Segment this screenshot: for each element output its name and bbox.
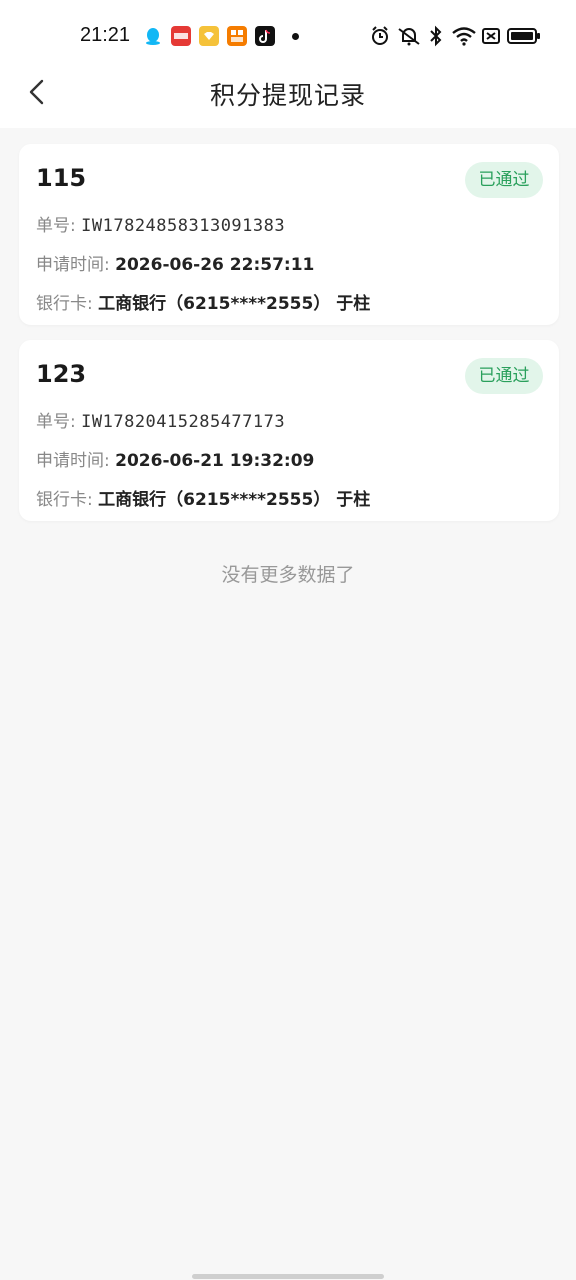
nav-bar: 积分提现记录	[0, 60, 576, 128]
wifi-icon	[451, 24, 477, 48]
apply-time-row: 申请时间: 2026-06-26 22:57:11	[36, 250, 314, 275]
bank-card-label: 银行卡:	[36, 490, 93, 510]
no-more-data-text: 没有更多数据了	[221, 564, 355, 586]
apply-time: 2026-06-26 22:57:11	[115, 255, 315, 275]
mute-icon	[396, 24, 422, 48]
order-number-row: 单号: IW17820415285477173	[36, 407, 285, 432]
qq-icon	[143, 26, 163, 46]
tiktok-icon	[255, 26, 275, 46]
bank-card-info: 工商银行（6215****2555） 于柱	[98, 294, 371, 314]
more-notifications-icon	[292, 33, 299, 40]
order-number: IW17824858313091383	[81, 216, 286, 236]
shopping-app-icon	[227, 26, 247, 46]
apply-time: 2026-06-21 19:32:09	[115, 451, 315, 471]
order-label: 单号:	[36, 216, 76, 236]
order-label: 单号:	[36, 412, 76, 432]
home-indicator[interactable]	[192, 1274, 384, 1279]
top-area: 21:21 积分提现记录	[0, 0, 576, 128]
bank-card-row: 银行卡: 工商银行（6215****2555） 于柱	[36, 485, 370, 510]
apply-time-row: 申请时间: 2026-06-21 19:32:09	[36, 446, 314, 471]
bank-card-row: 银行卡: 工商银行（6215****2555） 于柱	[36, 289, 370, 314]
apply-time-label: 申请时间:	[36, 255, 110, 275]
apply-time-label: 申请时间:	[36, 451, 110, 471]
status-badge: 已通过	[465, 162, 543, 198]
record-card[interactable]: 115 已通过 单号: IW17824858313091383 申请时间: 20…	[19, 144, 559, 325]
bank-card-label: 银行卡:	[36, 294, 93, 314]
bank-card-info: 工商银行（6215****2555） 于柱	[98, 490, 371, 510]
status-time: 21:21	[80, 24, 131, 46]
bluetooth-icon	[428, 24, 444, 48]
record-amount: 123	[36, 360, 87, 388]
record-amount: 115	[36, 164, 87, 192]
status-badge: 已通过	[465, 358, 543, 394]
order-number-row: 单号: IW17824858313091383	[36, 211, 285, 236]
record-card[interactable]: 123 已通过 单号: IW17820415285477173 申请时间: 20…	[19, 340, 559, 521]
battery-icon	[507, 24, 541, 48]
alarm-icon	[369, 24, 391, 48]
toutiao-icon	[171, 26, 191, 46]
order-number: IW17820415285477173	[81, 412, 286, 432]
wallet-app-icon	[199, 26, 219, 46]
page-title: 积分提现记录	[209, 81, 366, 110]
sim-off-icon	[481, 24, 501, 48]
